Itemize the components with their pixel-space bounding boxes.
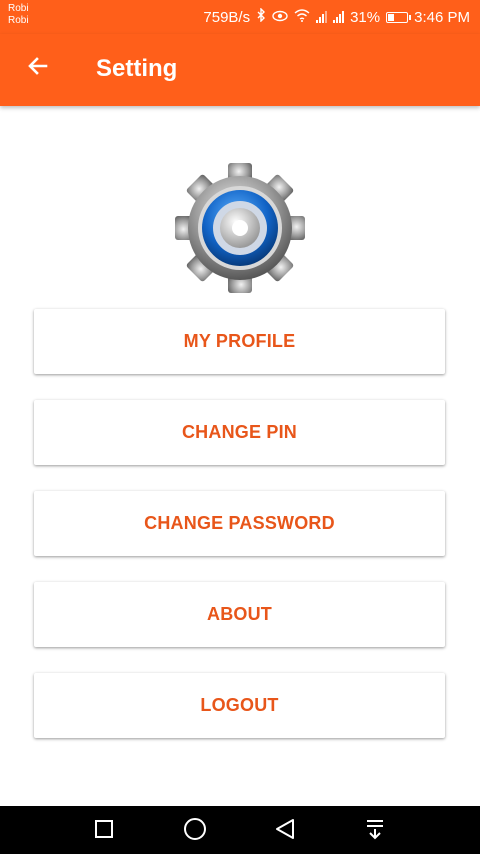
status-indicators: 759B/s 31% 3:46 PM [203, 7, 470, 27]
carrier-label: Robi Robi [8, 3, 29, 27]
change-password-button[interactable]: CHANGE PASSWORD [34, 491, 445, 556]
recent-apps-icon [93, 818, 115, 845]
wifi-icon [294, 8, 310, 26]
notification-shade-icon [364, 818, 386, 845]
signal-icon [333, 11, 345, 23]
home-button[interactable] [178, 814, 212, 848]
network-speed: 759B/s [203, 8, 251, 26]
back-button[interactable] [18, 48, 58, 88]
settings-gear-icon [172, 160, 308, 296]
carrier-line-2: Robi [8, 15, 29, 26]
bluetooth-icon [256, 7, 266, 26]
settings-menu: MY PROFILE CHANGE PIN CHANGE PASSWORD AB… [34, 309, 445, 738]
clock: 3:46 PM [414, 8, 470, 26]
about-button[interactable]: ABOUT [34, 582, 445, 647]
my-profile-button[interactable]: MY PROFILE [34, 309, 445, 374]
app-bar: Setting [0, 34, 480, 106]
eye-icon [272, 9, 288, 26]
back-icon [273, 817, 297, 846]
battery-icon [386, 11, 412, 23]
carrier-line-1: Robi [8, 3, 29, 14]
battery-percent: 31% [350, 8, 381, 26]
page-title: Setting [96, 55, 178, 82]
home-icon [183, 817, 207, 846]
change-pin-button[interactable]: CHANGE PIN [34, 400, 445, 465]
logout-button[interactable]: LOGOUT [34, 673, 445, 738]
navigation-bar [0, 806, 480, 854]
signal-icon [316, 11, 328, 23]
notification-shade-button[interactable] [358, 814, 392, 848]
status-bar: Robi Robi 759B/s 31% 3:46 PM [0, 0, 480, 34]
recent-apps-button[interactable] [87, 814, 121, 848]
arrow-left-icon [26, 54, 50, 83]
battery-fill [388, 13, 395, 21]
back-nav-button[interactable] [268, 814, 302, 848]
